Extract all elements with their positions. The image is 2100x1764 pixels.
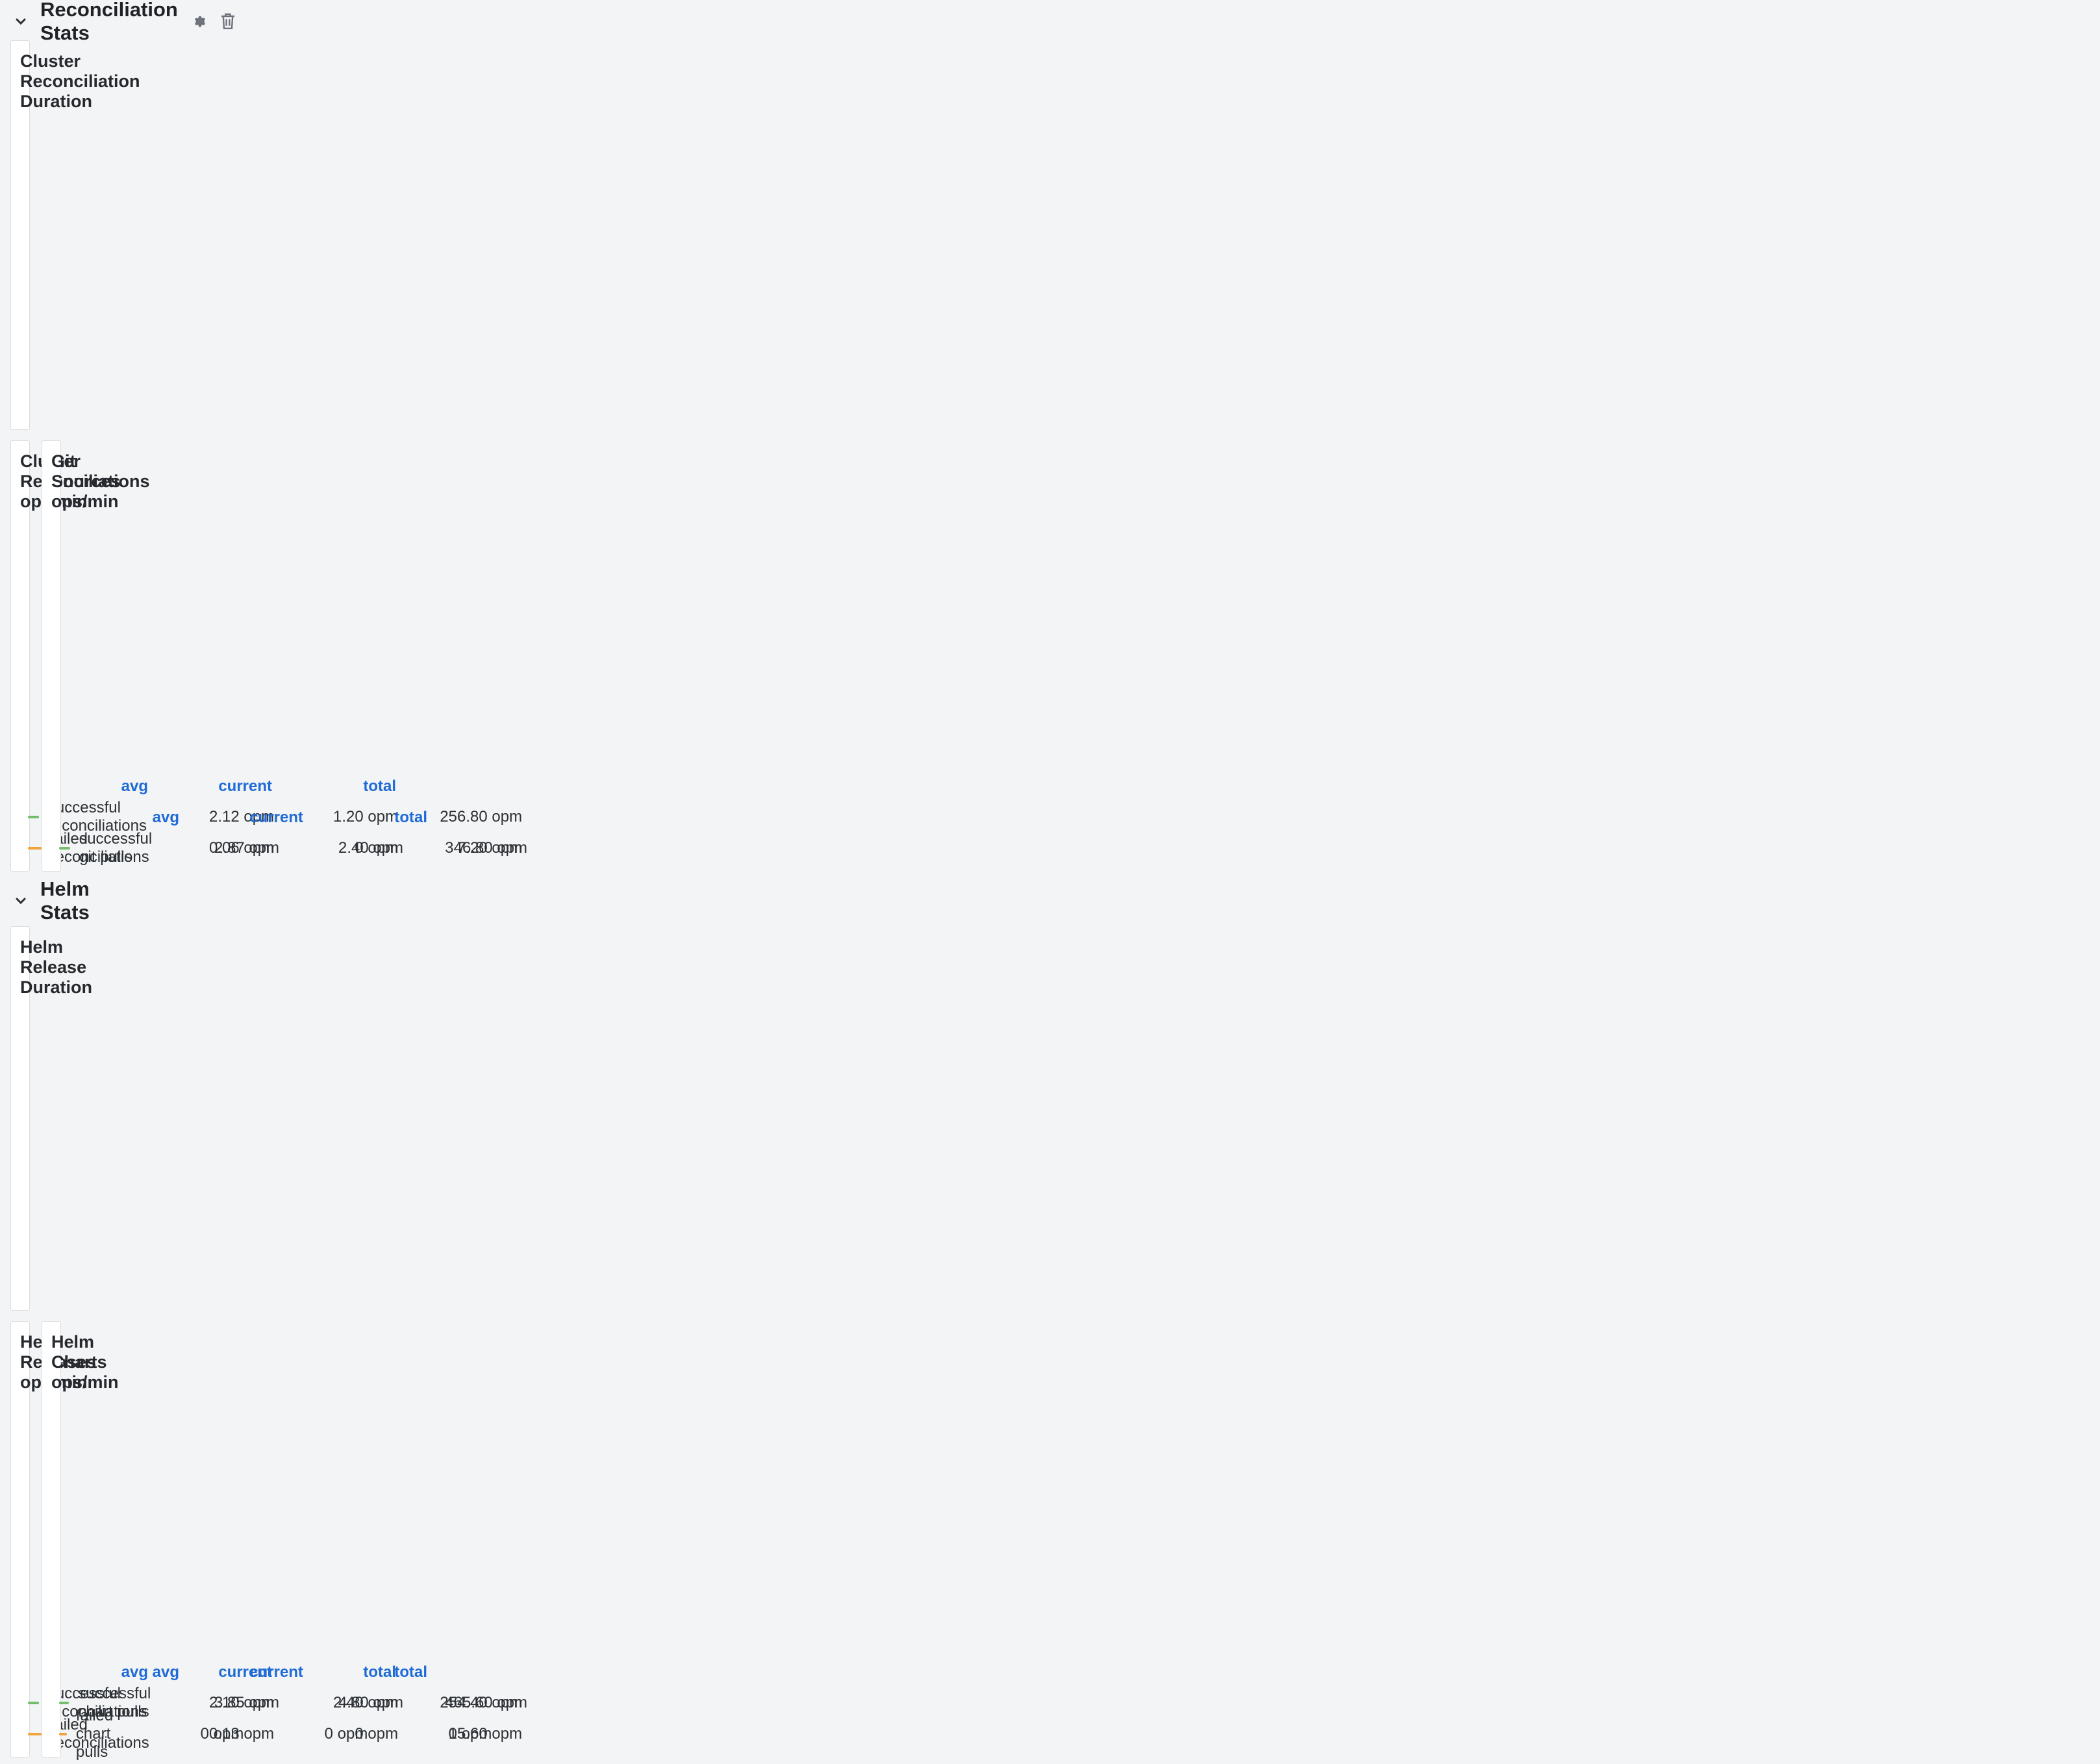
- legend-series-label[interactable]: successful git pulls: [79, 830, 159, 866]
- gear-icon[interactable]: [190, 12, 208, 31]
- legend: avgcurrenttotalsuccessful reconciliation…: [20, 1657, 31, 1752]
- legend-col-header[interactable]: current: [183, 1663, 307, 1682]
- dashboard: Reconciliation Stats Cluster Reconciliat…: [10, 5, 29, 8]
- series-color-dash: [59, 1702, 69, 1704]
- legend-value: 346.80 opm: [407, 839, 531, 857]
- section-title: Helm Stats: [40, 877, 90, 924]
- legend: avgcurrenttotalsuccessful chart pulls3.8…: [51, 1657, 62, 1752]
- legend-col-header[interactable]: avg: [59, 809, 183, 827]
- panel-git-sources-ops: Git Sources ops/min 1.0 opm1.5 opm2.0 op…: [42, 440, 61, 872]
- series-color-dash: [28, 1702, 39, 1704]
- legend-value: 0 opm: [371, 1725, 495, 1743]
- legend: avgcurrenttotalsuccessful git pulls2.87 …: [51, 802, 62, 866]
- legend-col-header[interactable]: total: [307, 1663, 431, 1682]
- panel-cluster-reconciliations-ops: Cluster Reconciliations ops/min 0 opm1 o…: [10, 440, 30, 872]
- chevron-down-icon[interactable]: [13, 14, 29, 29]
- row-reconciliation-ops: Cluster Reconciliations ops/min 0 opm1 o…: [10, 440, 29, 872]
- series-color-dash: [28, 1733, 42, 1735]
- section-helm-stats[interactable]: Helm Stats: [10, 885, 29, 917]
- panel-helm-release-duration: Helm Release Duration 0 ns500 ms1.0 s1.5…: [10, 926, 30, 1311]
- legend-value: 4.80 opm: [283, 1694, 407, 1712]
- legend-col-header[interactable]: total: [276, 777, 400, 796]
- legend-value: 0 opm: [247, 1725, 371, 1743]
- legend-value: 465.60 opm: [407, 1694, 531, 1712]
- legend-value: 2.40 opm: [283, 839, 407, 857]
- series-color-dash: [28, 847, 42, 850]
- legend-col-header[interactable]: avg: [59, 1663, 183, 1682]
- legend-value: 3.85 opm: [159, 1694, 283, 1712]
- legend-col-header[interactable]: total: [307, 809, 431, 827]
- trash-icon[interactable]: [219, 12, 236, 31]
- series-color-dash: [59, 847, 70, 850]
- panel-helm-releases-ops: Helm Releases ops/min 0 opm0.5 opm1.0 op…: [10, 1321, 30, 1758]
- row-helm-ops: Helm Releases ops/min 0 opm0.5 opm1.0 op…: [10, 1321, 29, 1758]
- series-color-dash: [59, 1733, 67, 1735]
- panel-cluster-reconciliation-duration: Cluster Reconciliation Duration 7.5 s8.0…: [10, 40, 30, 430]
- legend-value: 2.87 opm: [159, 839, 283, 857]
- section-title: Reconciliation Stats: [40, 0, 178, 45]
- legend-series-label[interactable]: failed chart pulls: [76, 1707, 124, 1761]
- series-color-dash: [28, 816, 39, 818]
- legend-col-header[interactable]: current: [152, 777, 276, 796]
- legend: avgcurrenttotalsuccessful reconciliation…: [20, 771, 31, 866]
- section-reconciliation-stats[interactable]: Reconciliation Stats: [10, 5, 29, 38]
- legend-col-header[interactable]: current: [183, 809, 307, 827]
- chevron-down-icon[interactable]: [13, 893, 29, 909]
- legend-value: 0 opm: [123, 1725, 247, 1743]
- panel-helm-charts-ops: Helm Charts ops/min 0 opm1 opm2 opm3 opm…: [42, 1321, 61, 1758]
